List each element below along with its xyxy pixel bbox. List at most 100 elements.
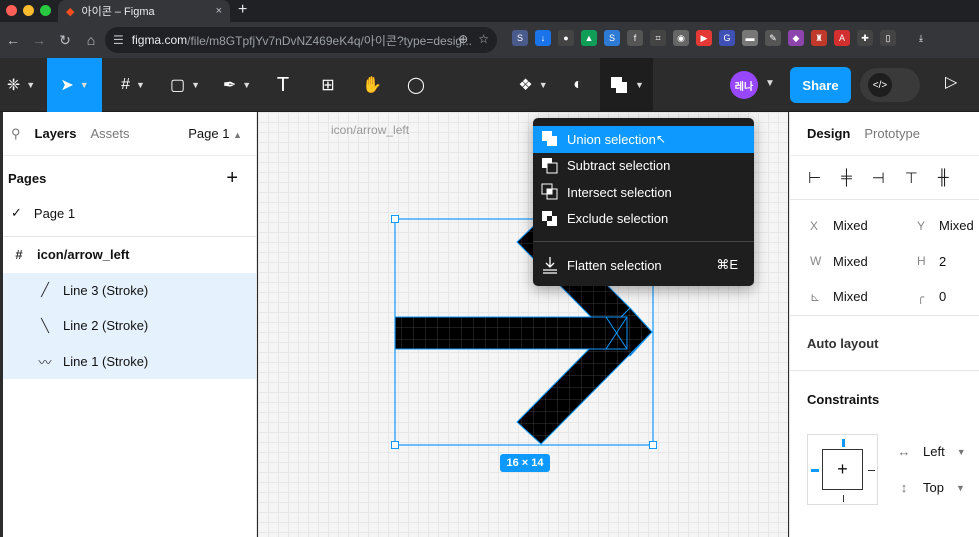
extension-s2-icon[interactable]: S bbox=[604, 30, 620, 46]
align-top-icon[interactable]: ⊤ bbox=[905, 169, 918, 187]
extension-icon[interactable]: ◆ bbox=[788, 30, 804, 46]
mask-contrast-icon: ◐ bbox=[573, 76, 583, 93]
subtract-selection-item[interactable]: Subtract selection bbox=[533, 153, 754, 180]
flatten-selection-item[interactable]: Flatten selection ⌘E bbox=[533, 252, 754, 279]
site-settings-icon[interactable]: ☰ bbox=[113, 33, 124, 47]
x-input[interactable]: Mixed bbox=[833, 218, 868, 233]
hand-tool-button[interactable]: ✋ bbox=[358, 58, 386, 112]
align-vertical-center-icon[interactable]: ╫ bbox=[938, 169, 949, 186]
layer-item[interactable]: ╲ Line 2 (Stroke) bbox=[3, 308, 256, 344]
constraints-widget[interactable]: + bbox=[807, 434, 878, 505]
close-window-button[interactable] bbox=[6, 5, 17, 16]
boolean-groups-button[interactable]: ▼ bbox=[600, 58, 653, 112]
reload-icon[interactable]: ↻ bbox=[52, 32, 78, 49]
y-input[interactable]: Mixed bbox=[939, 218, 974, 233]
page-list-item[interactable]: ✓ Page 1 bbox=[3, 200, 256, 226]
align-right-icon[interactable]: ⊣ bbox=[872, 169, 885, 187]
align-horizontal-center-icon[interactable]: ╪ bbox=[841, 169, 852, 186]
resize-handle[interactable] bbox=[391, 441, 399, 449]
layer-name: Line 3 (Stroke) bbox=[63, 282, 149, 298]
resize-handle[interactable] bbox=[391, 215, 399, 223]
tab-design[interactable]: Design bbox=[807, 126, 850, 141]
pen-tool-button[interactable]: ✒ ▼ bbox=[216, 58, 258, 112]
url-host: figma.com bbox=[131, 33, 188, 47]
layer-name: Line 2 (Stroke) bbox=[63, 318, 149, 334]
extension-eyedropper-icon[interactable]: ✎ bbox=[765, 30, 781, 46]
corner-radius-input[interactable]: 0 bbox=[939, 289, 946, 304]
horizontal-constraint-select[interactable]: ↔ Left ▼ bbox=[897, 444, 966, 459]
vertical-constraint-select[interactable]: ↕ Top ▼ bbox=[897, 480, 965, 495]
constraints-heading: Constraints bbox=[807, 391, 880, 407]
home-icon[interactable]: ⌂ bbox=[78, 32, 104, 48]
user-avatar[interactable]: 레나 bbox=[730, 71, 758, 99]
resources-button[interactable]: ⊞ bbox=[314, 58, 342, 112]
bookmark-star-icon[interactable]: ☆ bbox=[478, 32, 489, 46]
rotation-input[interactable]: Mixed bbox=[833, 289, 868, 304]
sidepanel-icon[interactable]: ▯ bbox=[880, 30, 896, 46]
download-icon[interactable]: ⤓ bbox=[913, 30, 929, 46]
layer-item[interactable]: 〰 Line 1 (Stroke) bbox=[3, 343, 256, 379]
auto-layout-section[interactable]: Auto layout bbox=[790, 316, 979, 371]
chevron-down-icon[interactable]: ▼ bbox=[765, 78, 775, 89]
layer-frame[interactable]: # icon/arrow_left bbox=[3, 237, 256, 273]
extension-icon[interactable]: ▬ bbox=[742, 30, 758, 46]
search-icon[interactable]: ⚲ bbox=[11, 126, 21, 142]
text-tool-button[interactable]: T bbox=[270, 58, 296, 112]
extension-download-icon[interactable]: ↓ bbox=[535, 30, 551, 46]
constraint-bottom-indicator[interactable] bbox=[843, 495, 844, 502]
comment-tool-button[interactable]: ◯ bbox=[402, 58, 430, 112]
share-button[interactable]: Share bbox=[790, 67, 851, 103]
extension-icon[interactable]: ⌗ bbox=[650, 30, 666, 46]
frame-tool-button[interactable]: # ▼ bbox=[112, 58, 154, 112]
tab-layers[interactable]: Layers bbox=[35, 126, 77, 141]
union-selection-item[interactable]: Union selection ↖ bbox=[533, 126, 754, 153]
width-input[interactable]: Mixed bbox=[833, 254, 868, 269]
alignment-toolbar: ⊢ ╪ ⊣ ⊤ ╫ bbox=[790, 156, 979, 200]
resize-handle[interactable] bbox=[649, 441, 657, 449]
intersect-selection-item[interactable]: Intersect selection bbox=[533, 179, 754, 206]
extension-icon[interactable]: ▶ bbox=[696, 30, 712, 46]
new-tab-button[interactable]: + bbox=[238, 1, 247, 19]
page-selector-label: Page 1 bbox=[188, 126, 230, 141]
zoom-window-button[interactable] bbox=[40, 5, 51, 16]
adblock-icon[interactable]: A bbox=[834, 30, 850, 46]
address-bar[interactable]: ☰ figma.com /file/m8GTpfjYv7nDvNZ469eK4q… bbox=[105, 27, 497, 53]
tab-assets[interactable]: Assets bbox=[90, 126, 129, 141]
add-page-plus-icon[interactable]: + bbox=[226, 167, 238, 190]
menu-item-label: Flatten selection bbox=[567, 257, 662, 273]
constraint-left-indicator[interactable] bbox=[811, 469, 819, 472]
minimize-window-button[interactable] bbox=[23, 5, 34, 16]
present-play-icon[interactable]: ▷ bbox=[945, 72, 957, 92]
extension-icon[interactable]: ▲ bbox=[581, 30, 597, 46]
mask-button[interactable]: ◐ bbox=[566, 58, 590, 112]
horizontal-constraint-value: Left bbox=[923, 444, 945, 459]
extensions-puzzle-icon[interactable]: ✚ bbox=[857, 30, 873, 46]
browser-tab[interactable]: ◆ 아이콘 – Figma × bbox=[58, 0, 230, 22]
menu-item-label: Subtract selection bbox=[567, 158, 671, 174]
shape-tool-button[interactable]: ▢ ▼ bbox=[164, 58, 206, 112]
tab-prototype[interactable]: Prototype bbox=[864, 126, 920, 141]
layer-item[interactable]: ╱ Line 3 (Stroke) bbox=[3, 272, 256, 308]
height-input[interactable]: 2 bbox=[939, 254, 946, 269]
extension-icon[interactable]: ● bbox=[558, 30, 574, 46]
constraint-right-indicator[interactable] bbox=[868, 470, 875, 471]
forward-arrow-icon[interactable]: → bbox=[26, 32, 52, 48]
main-menu-button[interactable]: ❈ ▼ bbox=[0, 58, 42, 112]
chevron-down-icon: ▼ bbox=[635, 80, 644, 90]
constraint-top-indicator[interactable] bbox=[842, 439, 845, 447]
component-button[interactable]: ❖ ▼ bbox=[512, 58, 554, 112]
align-left-icon[interactable]: ⊢ bbox=[808, 169, 821, 187]
move-tool-button[interactable]: ➤ ▼ bbox=[47, 58, 102, 112]
extension-icon[interactable]: G bbox=[719, 30, 735, 46]
tab-close-icon[interactable]: × bbox=[216, 5, 222, 17]
extension-camera-icon[interactable]: ◉ bbox=[673, 30, 689, 46]
dev-mode-toggle[interactable]: </> bbox=[860, 68, 920, 102]
page-selector[interactable]: Page 1 ▲ bbox=[188, 126, 242, 141]
exclude-selection-item[interactable]: Exclude selection bbox=[533, 206, 754, 233]
zoom-icon[interactable]: ⊕ bbox=[458, 32, 468, 46]
extension-icon[interactable]: f bbox=[627, 30, 643, 46]
tab-title: 아이콘 – Figma bbox=[81, 6, 155, 18]
back-arrow-icon[interactable]: ← bbox=[0, 32, 26, 48]
extension-s-icon[interactable]: S bbox=[512, 30, 528, 46]
extension-icon[interactable]: ♜ bbox=[811, 30, 827, 46]
